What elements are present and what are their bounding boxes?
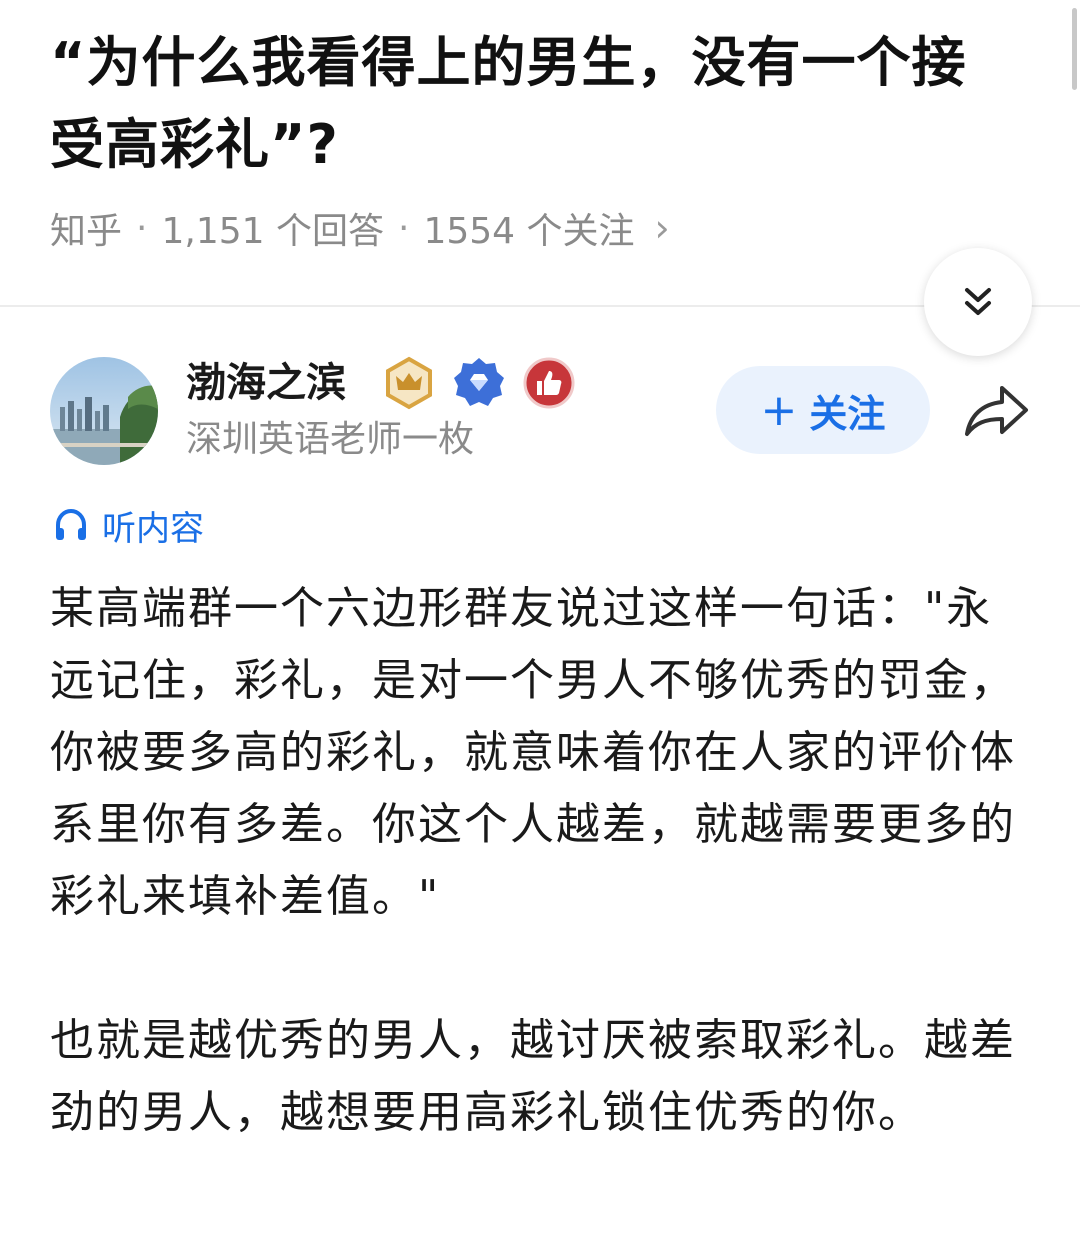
answer-count: 1,151 个回答 xyxy=(161,211,384,252)
follow-label: 关注 xyxy=(809,391,886,436)
follow-button[interactable]: + 关注 xyxy=(716,366,930,454)
answer-paragraph: 某高端群一个六边形群友说过这样一句话："永远记住，彩礼，是对一个男人不够优秀的罚… xyxy=(50,583,1016,922)
answer-page: “为什么我看得上的男生，没有一个接受高彩礼”? 知乎 · 1,151 个回答 ·… xyxy=(0,0,1080,1255)
crown-badge-icon[interactable] xyxy=(382,356,436,410)
double-chevron-down-icon xyxy=(965,288,991,315)
scrollbar[interactable] xyxy=(1072,8,1077,90)
author-name[interactable]: 渤海之滨 xyxy=(186,352,346,414)
separator: · xyxy=(397,207,410,249)
chevron-right-icon: › xyxy=(654,206,670,250)
share-button[interactable] xyxy=(960,378,1034,442)
divider xyxy=(0,305,1080,307)
answer-paragraph: 也就是越优秀的男人，越讨厌被索取彩礼。越差劲的男人，越想要用高彩礼锁住优秀的你。 xyxy=(50,1015,1016,1138)
author-bio: 深圳英语老师一枚 xyxy=(186,419,475,460)
question-title[interactable]: “为什么我看得上的男生，没有一个接受高彩礼”? xyxy=(50,22,1010,186)
headphones-icon xyxy=(56,508,86,540)
author-badges xyxy=(382,356,576,410)
follow-count: 1554 个关注 xyxy=(423,211,635,252)
separator: · xyxy=(136,207,148,249)
thumbs-up-badge-icon[interactable] xyxy=(522,356,576,410)
listen-content-button[interactable]: 听内容 xyxy=(52,500,204,550)
blue-diamond-badge-icon[interactable] xyxy=(452,356,506,410)
plus-icon: + xyxy=(760,384,798,436)
share-arrow-icon xyxy=(965,386,1028,436)
question-meta[interactable]: 知乎 · 1,151 个回答 · 1554 个关注 › xyxy=(50,200,670,256)
source-label: 知乎 xyxy=(50,211,123,252)
collapse-button[interactable] xyxy=(924,248,1032,356)
listen-label: 听内容 xyxy=(102,508,204,549)
answer-body[interactable]: 某高端群一个六边形群友说过这样一句话："永远记住，彩礼，是对一个男人不够优秀的罚… xyxy=(50,573,1035,1149)
avatar[interactable] xyxy=(50,357,158,465)
